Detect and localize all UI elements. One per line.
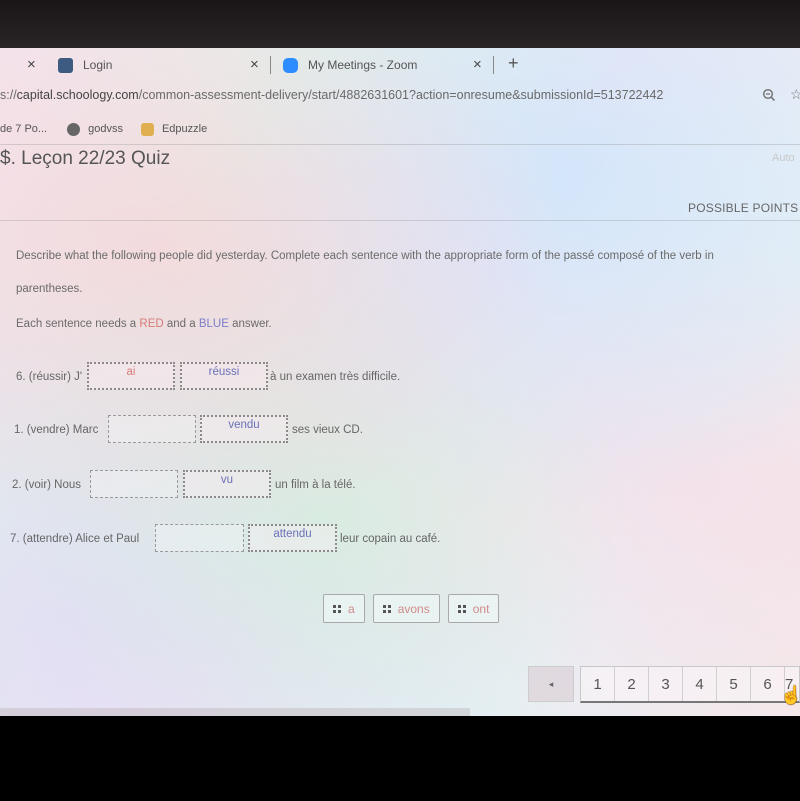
globe-icon [67,122,81,136]
edpuzzle-icon [140,122,154,136]
red-drop-zone[interactable]: ai [87,362,175,390]
answer-chip-ont[interactable]: ont [447,594,500,623]
screen-bezel-bottom [0,716,800,801]
bookmark-label: godvss [88,123,123,135]
page-button-5[interactable]: 5 [717,667,751,701]
header-divider [0,144,800,145]
drag-handle-icon [382,604,391,613]
question-suffix: ses vieux CD. [292,424,363,436]
zoom-icon[interactable] [762,88,776,102]
chip-label: a [348,601,355,616]
red-drop-zone[interactable] [108,415,196,443]
screen-bezel-top [0,0,800,50]
bookmark-item[interactable]: de 7 Po... [0,123,47,135]
question-row: 7. (attendre) Alice et Paul attendu leur… [0,524,800,554]
page-button-3[interactable]: 3 [649,667,683,701]
tab-zoom[interactable]: My Meetings - Zoom [283,48,417,82]
tab-close-icon[interactable]: × [473,56,482,73]
answer-chip-avons[interactable]: avons [372,594,440,623]
question-label: 6. (réussir) J' [16,371,83,383]
new-tab-button[interactable]: + [508,53,519,74]
tab-bar: × Login × My Meetings - Zoom × + [0,48,800,82]
question-instructions: Describe what the following people did y… [16,250,714,295]
chip-label: avons [397,601,430,616]
tab-separator [493,56,494,74]
question-row: 2. (voir) Nous vu un film à la télé. [0,470,800,500]
red-drop-zone[interactable] [155,524,244,552]
page-list: 1 2 3 4 5 6 7 [580,666,800,703]
address-bar[interactable]: s://capital.schoology.com/common-assessm… [0,84,800,110]
question-pagination: ◂ 1 2 3 4 5 6 7 [528,666,800,703]
bookmark-label: de 7 Po... [0,123,48,135]
possible-points-label: POSSIBLE POINTS [688,201,799,215]
page-button-4[interactable]: 4 [683,667,717,701]
page-title: $. Leçon 22/23 Quiz [0,148,171,169]
bookmarks-bar: de 7 Po... godvss Edpuzzle [0,118,225,140]
tab-close-icon[interactable]: × [250,56,259,73]
requirement-text: Each sentence needs a [16,318,140,330]
page-button-1[interactable]: 1 [581,667,615,701]
url-prefix: s:// [0,88,17,102]
chip-label: ont [472,601,490,616]
question-suffix: à un examen très difficile. [270,371,401,383]
page-button-2[interactable]: 2 [615,667,649,701]
browser-window: × Login × My Meetings - Zoom × + s://cap… [0,48,800,716]
previous-page-button[interactable]: ◂ [528,666,574,702]
url-text[interactable]: s://capital.schoology.com/common-assessm… [0,88,663,102]
points-divider [0,220,800,221]
zoom-favicon-icon [283,57,298,73]
bookmark-item[interactable]: godvss [67,122,123,136]
url-host: capital.schoology.com [16,88,139,102]
question-suffix: leur copain au café. [340,533,441,545]
word-bank: a avons ont [323,594,500,623]
question-label: 2. (voir) Nous [12,479,82,491]
tab-title: Login [83,58,113,72]
auto-save-label: Auto [772,152,795,164]
tab-title: My Meetings - Zoom [308,58,418,72]
hand-cursor-icon: ☝ [780,685,800,705]
question-label: 1. (vendre) Marc [14,424,99,436]
tab-separator [270,56,271,74]
tab-close-icon[interactable]: × [27,56,36,73]
blue-drop-zone[interactable]: vendu [200,415,288,443]
url-path: /common-assessment-delivery/start/488263… [138,88,664,102]
answer-requirement: Each sentence needs a RED and a BLUE ans… [16,318,272,330]
blue-drop-zone[interactable]: attendu [248,524,337,552]
drag-handle-icon [333,604,341,613]
blue-drop-zone[interactable]: vu [183,470,271,498]
blue-keyword: BLUE [198,318,229,330]
requirement-text: answer. [228,318,272,330]
answer-chip-a[interactable]: a [323,594,365,623]
bookmark-label: Edpuzzle [161,123,208,135]
login-favicon-icon [58,57,73,73]
tab-login[interactable]: Login [58,48,112,82]
question-label: 7. (attendre) Alice et Paul [10,533,140,545]
requirement-text: and a [163,318,199,330]
scrollbar[interactable] [0,708,470,716]
red-keyword: RED [139,318,164,330]
question-row: 1. (vendre) Marc vendu ses vieux CD. [0,415,800,445]
question-row: 6. (réussir) J' ai réussi à un examen tr… [0,362,800,392]
drag-handle-icon [457,604,466,613]
question-suffix: un film à la télé. [275,479,356,491]
red-drop-zone[interactable] [90,470,178,498]
bookmark-item[interactable]: Edpuzzle [140,122,208,136]
bookmark-star-icon[interactable]: ☆ [790,86,800,103]
blue-drop-zone[interactable]: réussi [180,362,268,390]
